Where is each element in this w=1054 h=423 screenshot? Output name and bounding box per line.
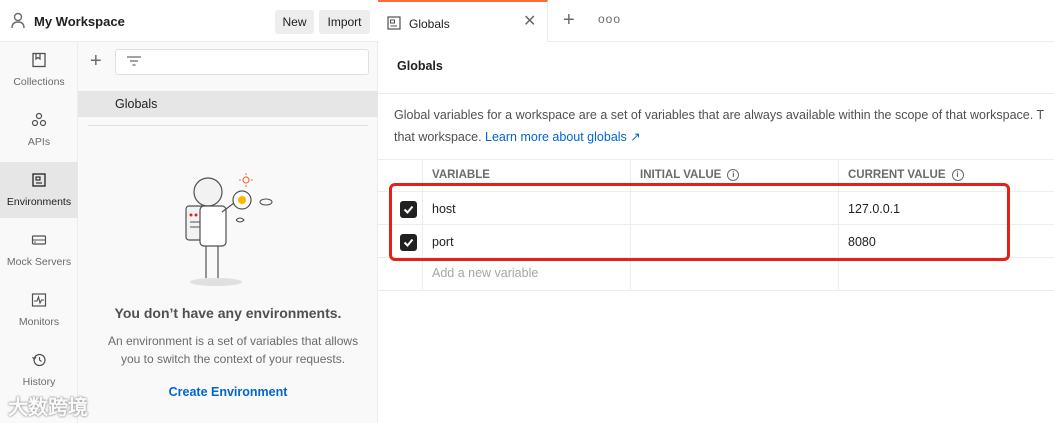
tab-globals[interactable]: Globals ✕ [378,0,548,42]
collections-icon [32,52,46,68]
sidebar-item-label: Environments [6,196,72,208]
sidebar-item-environments[interactable]: Environments [0,162,78,218]
new-button[interactable]: New [275,10,314,34]
workspace-title[interactable]: My Workspace [34,14,125,29]
apis-icon [31,112,47,127]
description-line-2: that workspace. Learn more about globals… [394,126,1054,148]
divider [88,125,368,126]
sidebar-item-label: Monitors [18,316,60,328]
learn-more-link[interactable]: Learn more about globals ↗ [485,130,641,144]
new-variable-cell[interactable]: Add a new variable [423,258,631,291]
info-icon[interactable]: i [727,169,740,181]
add-environment-button[interactable]: + [90,51,108,71]
create-environment-link[interactable]: Create Environment [78,385,378,399]
more-icon[interactable]: ooo [598,12,621,26]
tab-bar: Globals ✕ + ooo [378,0,1054,42]
header-label: INITIAL VALUE [640,169,722,182]
initial-value-cell[interactable] [631,258,839,291]
astronaut-illustration [185,173,273,286]
info-icon[interactable]: i [951,169,964,181]
page-description: Global variables for a workspace are a s… [394,104,1054,148]
filter-icon [127,56,141,66]
empty-state-title: You don’t have any environments. [114,305,342,321]
sidebar-rail: Collections APIs Environments Mock Serve… [0,42,78,423]
sidebar-item-monitors[interactable]: Monitors [0,282,78,338]
header-label: CURRENT VALUE [848,169,946,182]
sidebar-item-collections[interactable]: Collections [0,42,78,98]
new-tab-button[interactable]: + [563,10,575,30]
environments-icon [32,173,46,187]
add-variable-placeholder: Add a new variable [432,266,539,280]
monitors-icon [31,293,47,307]
empty-desc-line: An environment is a set of variables tha… [107,334,359,348]
tab-label: Globals [409,17,450,31]
environments-icon [387,16,401,30]
sidebar-item-label: Mock Servers [6,256,72,268]
import-button[interactable]: Import [319,10,370,34]
sidebar-item-label: History [22,376,56,388]
page-title: Globals [397,59,443,73]
globals-item[interactable]: Globals [78,91,378,117]
user-icon [11,12,25,29]
sidebar-item-label: Collections [13,76,65,88]
history-icon [32,353,46,367]
description-text: that workspace. [394,130,482,144]
empty-state-description: An environment is a set of variables tha… [88,332,378,368]
description-line: Global variables for a workspace are a s… [394,108,1045,122]
environments-panel: + Globals You don’t have any environment… [78,42,378,423]
globals-item-label: Globals [115,97,158,111]
sidebar-item-mock-servers[interactable]: Mock Servers [0,222,78,278]
highlight-annotation [389,183,1010,261]
close-icon[interactable]: ✕ [523,14,536,30]
mock-servers-icon [31,235,47,245]
sidebar-item-label: APIs [27,136,51,148]
workspace-header: My Workspace New Import [0,0,378,42]
watermark: 大数跨境 [8,397,88,419]
sidebar-item-history[interactable]: History [0,342,78,398]
current-value-cell[interactable] [839,258,1054,291]
sidebar-item-apis[interactable]: APIs [0,102,78,158]
empty-desc-line: you to switch the context of your reques… [120,352,346,366]
filter-input[interactable] [115,49,369,75]
checkbox-cell [378,258,423,291]
table-row-new: Add a new variable [378,258,1054,291]
header-label: VARIABLE [432,169,490,181]
main-header: Globals [378,42,1054,94]
